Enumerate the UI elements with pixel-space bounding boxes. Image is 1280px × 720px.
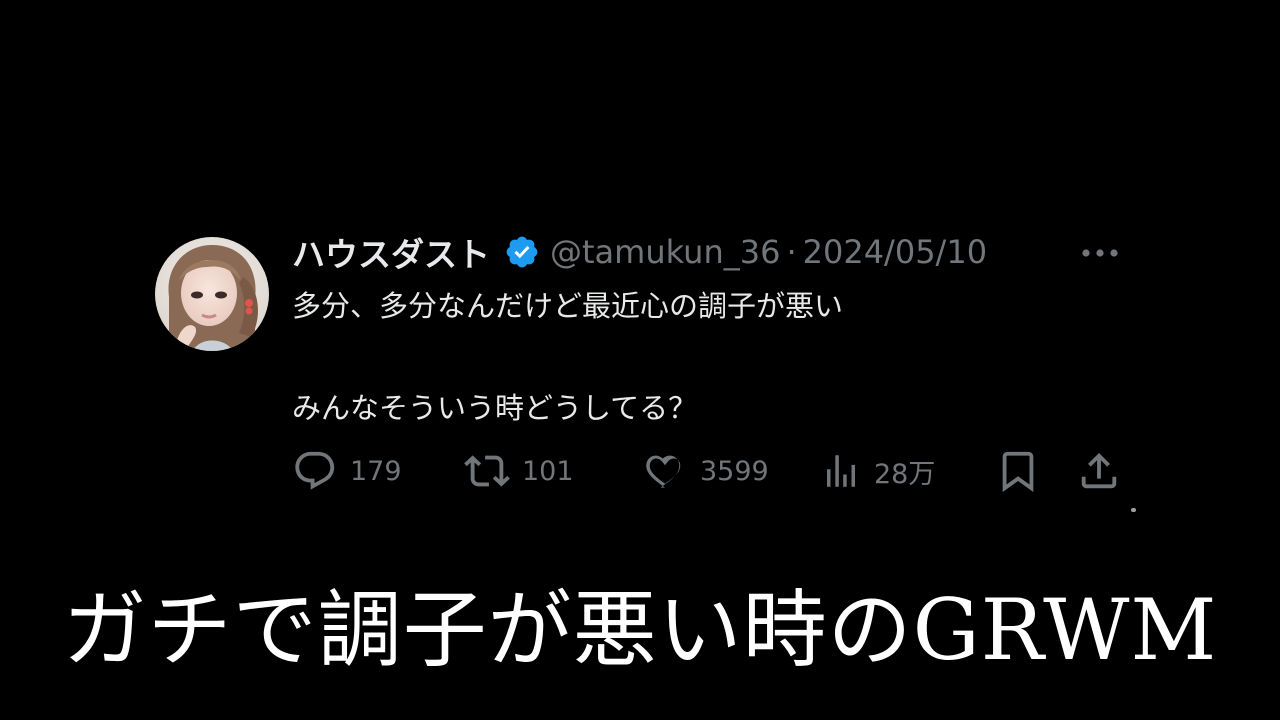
tweet-text-line1: 多分、多分なんだけど最近心の調子が悪い	[292, 289, 844, 323]
display-name[interactable]: ハウスダスト	[292, 228, 490, 276]
bookmark-icon	[995, 448, 1041, 494]
views-count: 28万	[874, 458, 936, 490]
cursor-speck	[1131, 508, 1136, 512]
bookmark-button[interactable]	[995, 448, 1041, 494]
user-avatar[interactable]	[155, 237, 269, 351]
verified-icon	[504, 234, 540, 270]
share-icon	[1076, 448, 1122, 494]
views-button[interactable]: 28万	[820, 448, 935, 494]
video-frame: ハウスダスト @tamukun_36 · 2024/05/10 多分、多分なんだ…	[0, 0, 1280, 720]
dot-separator: ·	[786, 233, 797, 271]
user-handle[interactable]: @tamukun_36	[550, 233, 780, 271]
more-icon[interactable]	[1080, 240, 1120, 266]
like-button[interactable]: 3599	[642, 448, 769, 494]
tweet-date[interactable]: 2024/05/10	[803, 233, 987, 271]
tweet-actions: 179 101 3599 28万	[292, 448, 1122, 494]
views-icon	[820, 448, 862, 494]
reply-icon	[292, 448, 338, 494]
retweet-count: 101	[522, 455, 574, 487]
tweet-header: ハウスダスト @tamukun_36 · 2024/05/10	[292, 228, 987, 276]
retweet-button[interactable]: 101	[464, 448, 574, 494]
reply-button[interactable]: 179	[292, 448, 402, 494]
avatar-image	[155, 237, 269, 351]
tweet-text: 多分、多分なんだけど最近心の調子が悪い みんなそういう時どうしてる？	[292, 284, 843, 430]
share-button[interactable]	[1076, 448, 1122, 494]
video-caption: ガチで調子が悪い時のGRWM	[62, 581, 1218, 679]
retweet-icon	[464, 448, 510, 494]
reply-count: 179	[350, 455, 402, 487]
tweet-text-line2: みんなそういう時どうしてる？	[292, 391, 698, 425]
tweet-text-spacer	[292, 328, 843, 386]
like-icon	[642, 448, 688, 494]
like-count: 3599	[700, 455, 769, 487]
